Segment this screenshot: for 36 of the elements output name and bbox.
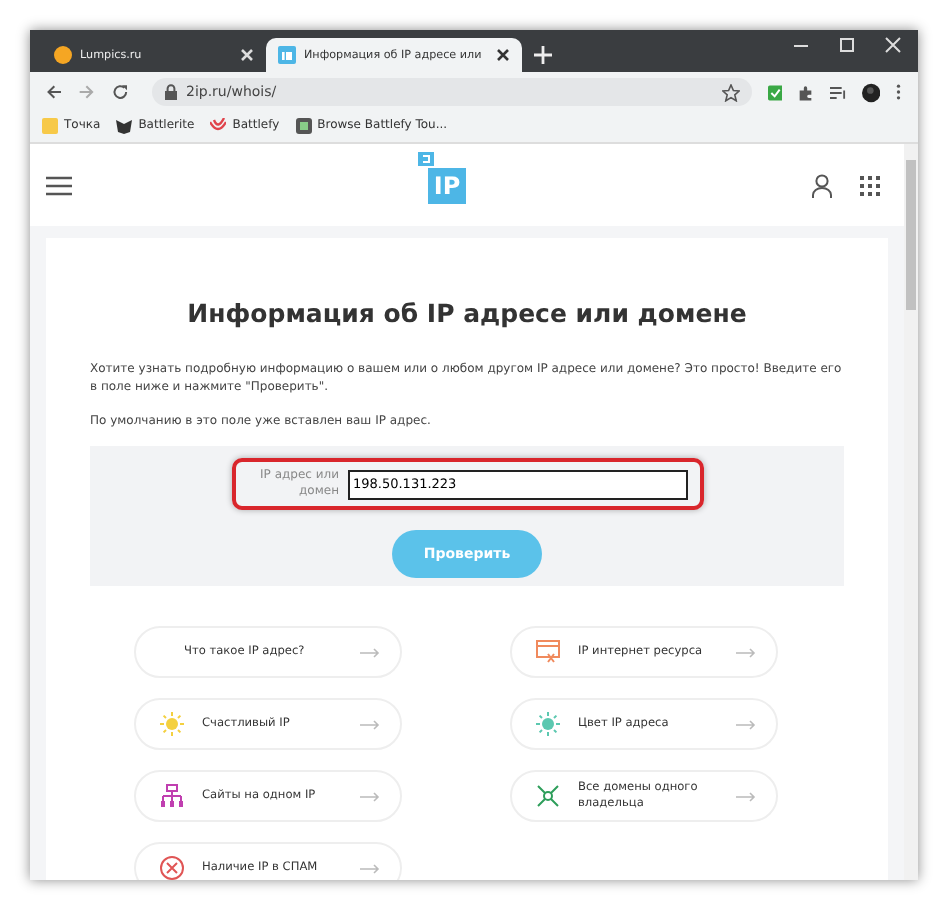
checkbox-extension-icon[interactable]: [767, 83, 783, 101]
arrow-icon: [736, 719, 756, 729]
scroll-thumb[interactable]: [906, 160, 916, 310]
hierarchy-icon: [160, 784, 184, 808]
arrow-icon: [360, 863, 380, 873]
new-tab-icon[interactable]: [534, 46, 552, 64]
playlist-icon[interactable]: [829, 83, 847, 101]
arrow-icon: [736, 791, 756, 801]
avatar-icon[interactable]: [862, 81, 881, 103]
sun-icon: [536, 712, 560, 736]
user-icon[interactable]: [811, 173, 832, 197]
scrollbar[interactable]: [904, 144, 918, 880]
browser-window-icon: [536, 640, 560, 664]
menu-icon[interactable]: [46, 175, 72, 195]
puzzle-icon[interactable]: [798, 83, 814, 101]
arrow-icon: [360, 719, 380, 729]
more-icon[interactable]: [896, 82, 902, 102]
cross-circle-icon: [160, 856, 184, 880]
sun-icon: [160, 712, 184, 736]
favicon-icon: [278, 46, 296, 64]
page-title: Информация об IP адресе или домене: [185, 298, 749, 328]
back-icon[interactable]: [46, 82, 63, 102]
site-icon: [295, 117, 312, 133]
arrow-icon: [360, 791, 380, 801]
arrow-icon: [360, 647, 380, 657]
lock-icon: [163, 84, 178, 100]
reload-icon[interactable]: [111, 82, 128, 102]
close-icon[interactable]: [496, 48, 510, 62]
apps-grid-icon[interactable]: [859, 175, 880, 195]
arrow-icon: [736, 647, 756, 657]
network-icon: [536, 784, 560, 808]
star-icon[interactable]: [721, 83, 740, 101]
logo-corner-icon: [417, 151, 434, 165]
swoosh-icon: [210, 117, 227, 133]
maximize-icon[interactable]: [838, 36, 856, 54]
favicon-icon: [54, 46, 72, 64]
